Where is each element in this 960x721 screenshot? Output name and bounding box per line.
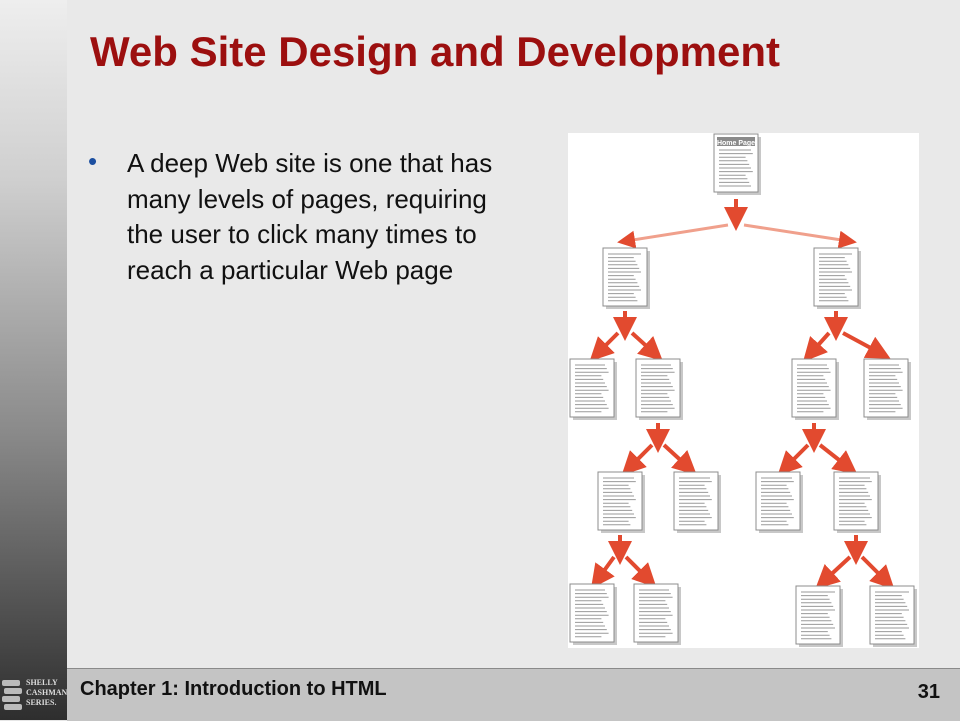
web-page-icon [673,471,721,533]
bullet-marker: • [88,146,98,176]
link-arrow [662,443,697,476]
web-page-icon [813,247,861,309]
logo-text: SHELLY CASHMAN SERIES. [26,678,68,707]
web-page-icon [602,247,650,309]
web-page-icon [791,358,839,420]
link-arrow [590,555,616,589]
link-arrow [630,331,663,362]
web-page-icon [863,358,911,420]
link-arrow [842,331,891,359]
web-page-icon [755,471,803,533]
link-arrow [802,331,831,362]
site-structure-diagram: Home Page [568,133,919,648]
footer-chapter: Chapter 1: Introduction to HTML [80,678,387,700]
web-page-icon [869,585,917,647]
link-arrow [818,443,858,475]
home-page-label: Home Page [717,140,755,147]
web-page-icon [795,585,843,647]
link-arrow [617,223,729,249]
left-gradient-bar [0,0,67,720]
link-arrow [621,443,654,476]
page-number: 31 [917,681,940,703]
web-page-icon [833,471,881,533]
link-arrow [589,331,620,362]
web-page-icon [569,358,617,420]
web-page-icon [569,583,617,645]
web-page-icon [597,471,645,533]
slide-title: Web Site Design and Development [90,28,781,75]
link-arrow [815,555,852,590]
web-page-icon [633,583,681,645]
site-hierarchy-tree: Home Page [569,133,917,647]
bullet-text: A deep Web site is one that has many lev… [127,148,493,285]
web-page-icon [635,358,683,420]
link-arrow [743,223,857,249]
link-arrow [860,555,895,590]
link-arrow [624,555,657,588]
link-arrow [777,443,810,476]
